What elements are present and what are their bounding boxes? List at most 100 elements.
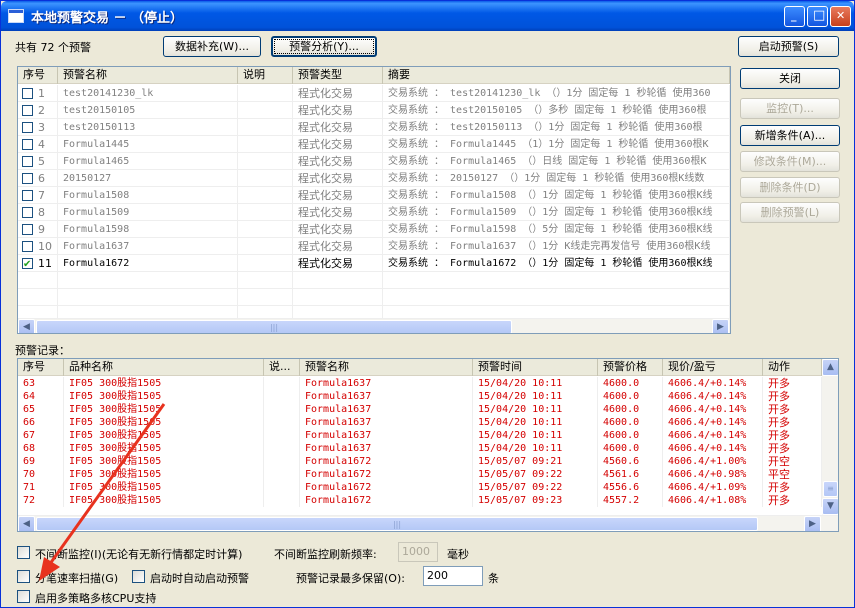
alert-analysis-button[interactable]: 预警分析(Y)... [271,36,377,57]
records-vertical-scrollbar[interactable]: ▲ ≡ ▼ [822,359,838,515]
alert-enable-checkbox[interactable] [22,190,33,201]
alert-row[interactable]: 8 Formula1509 程式化交易 交易系统 ： Formula1509 （）1分… [18,204,730,221]
max-records-unit: 条 [488,572,499,585]
record-row[interactable]: 65 IF05 300股指1505 Formula1637 15/04/20 10:1… [18,403,822,416]
alert-row-seq: 3 [18,119,58,136]
alerts-scroll-thumb[interactable]: ||| [36,320,512,333]
record-row[interactable]: 63 IF05 300股指1505 Formula1637 15/04/20 10:1… [18,377,822,390]
alert-enable-checkbox[interactable] [22,88,33,99]
scroll-right-icon[interactable]: ▶ [712,319,729,333]
monitor-button[interactable]: 监控(T)... [740,98,840,119]
alert-row[interactable]: 6 20150127 程式化交易 交易系统 ： 20150127 （）1分 固定每 1… [18,170,730,187]
col-header-alert-type[interactable]: 预警类型 [293,67,383,84]
rec-col-alert-time[interactable]: 预警时间 [473,359,598,376]
records-horizontal-scrollbar[interactable]: ◀ ||| ▶ [18,515,838,531]
alert-row-seq: 2 [18,102,58,119]
col-header-alert-name[interactable]: 预警名称 [58,67,238,84]
auto-start-label: 启动时自动启动预警 [150,572,249,585]
record-row[interactable]: 71 IF05 300股指1505 Formula1672 15/05/07 09:2… [18,481,822,494]
scroll-up-icon[interactable]: ▲ [822,359,838,376]
record-row[interactable]: 64 IF05 300股指1505 Formula1637 15/04/20 10:1… [18,390,822,403]
rec-col-alert-name[interactable]: 预警名称 [300,359,473,376]
record-desc [264,377,300,390]
records-hscroll-thumb[interactable]: ||| [36,517,758,531]
record-alert: Formula1672 [300,481,473,494]
record-row[interactable]: 69 IF05 300股指1505 Formula1672 15/05/07 09:2… [18,455,822,468]
record-action: 开多 [763,390,822,403]
scroll-left-icon[interactable]: ◀ [18,319,35,333]
alert-row-number: 8 [38,206,45,219]
rec-col-alert-price[interactable]: 预警价格 [598,359,663,376]
alerts-horizontal-scrollbar[interactable]: ◀ ||| ▶ [18,318,730,333]
record-row[interactable]: 68 IF05 300股指1505 Formula1637 15/04/20 10:1… [18,442,822,455]
start-alert-button[interactable]: 启动预警(S) [738,36,839,57]
title-bar[interactable]: 本地预警交易 － （停止） _ □ ✕ [1,1,854,31]
alert-enable-checkbox[interactable] [22,256,33,271]
alert-enable-checkbox[interactable] [22,156,33,167]
alert-enable-checkbox[interactable] [22,122,33,133]
alert-row-summary: 交易系统 ： Formula1637 （）1分 K线走完再发信号 使用360根K… [383,238,730,255]
alert-row[interactable]: 5 Formula1465 程式化交易 交易系统 ： Formula1465 （）日线… [18,153,730,170]
alert-enable-checkbox[interactable] [22,105,33,116]
tick-scan-checkbox[interactable] [17,570,30,583]
record-row[interactable]: 66 IF05 300股指1505 Formula1637 15/04/20 10:1… [18,416,822,429]
records-vscroll-thumb[interactable]: ≡ [823,481,838,497]
col-header-description[interactable]: 说明 [238,67,293,84]
alert-row[interactable]: 7 Formula1508 程式化交易 交易系统 ： Formula1508 （）1分… [18,187,730,204]
alert-row[interactable]: 10 Formula1637 程式化交易 交易系统 ： Formula1637 （）1… [18,238,730,255]
alert-row[interactable]: 4 Formula1445 程式化交易 交易系统 ： Formula1445 （1）1… [18,136,730,153]
close-window-button[interactable]: ✕ [830,6,851,27]
rec-col-pnl[interactable]: 现价/盈亏 [663,359,763,376]
alert-enable-checkbox[interactable] [22,241,33,252]
record-alert: Formula1637 [300,403,473,416]
record-product: IF05 300股指1505 [64,494,264,507]
record-row[interactable]: 72 IF05 300股指1505 Formula1672 15/05/07 09:2… [18,494,822,507]
col-header-seq[interactable]: 序号 [18,67,58,84]
records-scroll-right-icon[interactable]: ▶ [804,516,821,531]
alerts-list[interactable]: 序号 预警名称 说明 预警类型 摘要 1 test20141230_lk 程式化交易… [17,66,731,334]
record-time: 15/04/20 10:11 [473,390,598,403]
minimize-button[interactable]: _ [784,6,805,27]
records-list[interactable]: 序号 品种名称 说... 预警名称 预警时间 预警价格 现价/盈亏 动作 63 I… [17,358,839,532]
alert-row[interactable]: 2 test20150105 程式化交易 交易系统 ： test20150105 （）… [18,102,730,119]
rec-col-action[interactable]: 动作 [763,359,822,376]
rec-col-product[interactable]: 品种名称 [64,359,264,376]
alert-row-seq: 4 [18,136,58,153]
alert-enable-checkbox[interactable] [22,207,33,218]
record-product: IF05 300股指1505 [64,468,264,481]
alert-row[interactable]: 9 Formula1598 程式化交易 交易系统 ： Formula1598 （）5分… [18,221,730,238]
scroll-down-icon[interactable]: ▼ [822,498,838,515]
alert-row-seq: 5 [18,153,58,170]
alert-empty-row [18,289,730,306]
data-supplement-button[interactable]: 数据补充(W)... [163,36,261,57]
col-header-summary[interactable]: 摘要 [383,67,730,84]
alert-row[interactable]: 1 test20141230_lk 程式化交易 交易系统 ： test20141230… [18,85,730,102]
alert-row-summary: 交易系统 ： Formula1445 （1）1分 固定每 1 秒轮循 使用360… [383,136,730,153]
rec-col-seq[interactable]: 序号 [18,359,64,376]
multicore-checkbox[interactable] [17,590,30,603]
close-button[interactable]: 关闭 [740,68,840,89]
alert-row[interactable]: 3 test20150113 程式化交易 交易系统 ： test20150113 （）… [18,119,730,136]
record-row[interactable]: 67 IF05 300股指1505 Formula1637 15/04/20 10:1… [18,429,822,442]
alert-enable-checkbox[interactable] [22,139,33,150]
alert-row-name: test20150113 [58,119,238,136]
max-records-input[interactable]: 200 [423,566,483,586]
refresh-rate-input[interactable]: 1000 [398,542,438,562]
edit-condition-button[interactable]: 修改条件(M)... [740,151,840,172]
record-alert: Formula1637 [300,390,473,403]
alert-row[interactable]: 11 Formula1672 程式化交易交易系统 ： Formula1672 （）1… [18,255,730,272]
alert-enable-checkbox[interactable] [22,173,33,184]
add-condition-button[interactable]: 新增条件(A)... [740,125,840,146]
continuous-monitor-checkbox[interactable] [17,546,30,559]
delete-alert-button[interactable]: 删除预警(L) [740,202,840,223]
record-n: 69 [18,455,64,468]
alert-row-type: 程式化交易 [293,136,383,153]
maximize-button[interactable]: □ [807,6,828,27]
record-row[interactable]: 70 IF05 300股指1505 Formula1672 15/05/07 09:2… [18,468,822,481]
records-scroll-left-icon[interactable]: ◀ [18,516,35,531]
alert-empty-cell [58,272,238,289]
alert-enable-checkbox[interactable] [22,224,33,235]
rec-col-desc[interactable]: 说... [264,359,300,376]
auto-start-checkbox[interactable] [132,570,145,583]
delete-condition-button[interactable]: 删除条件(D) [740,177,840,198]
